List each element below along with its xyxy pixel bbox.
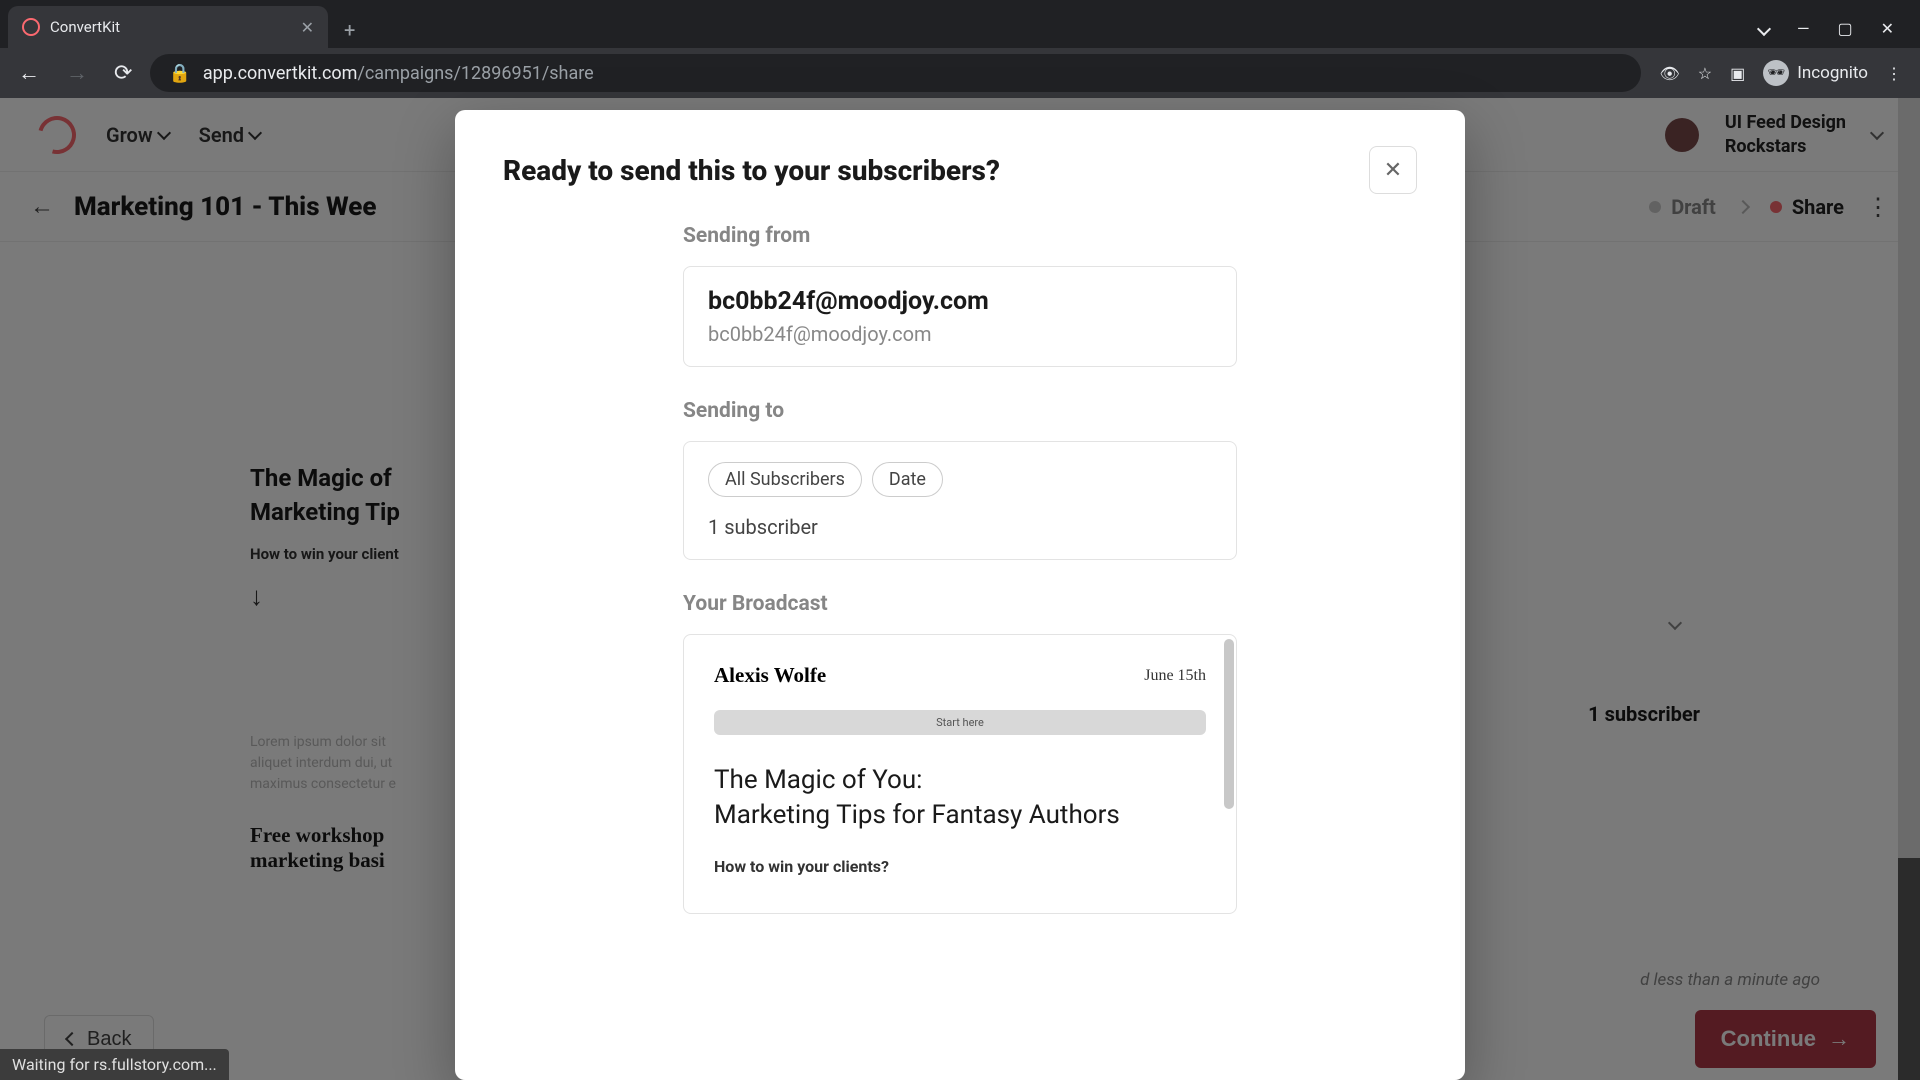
filter-tag-date[interactable]: Date — [872, 462, 943, 497]
toolbar-icons: 👁 ☆ ▣ 🕶 Incognito ⋮ — [1651, 60, 1910, 86]
browser-toolbar: ← → ⟳ 🔒 app.convertkit.com/campaigns/128… — [0, 48, 1920, 98]
modal-title: Ready to send this to your subscribers? — [503, 154, 1000, 187]
filter-tag-all[interactable]: All Subscribers — [708, 462, 862, 497]
sending-from-card[interactable]: bc0bb24f@moodjoy.com bc0bb24f@moodjoy.co… — [683, 266, 1237, 367]
app-viewport: Grow Send UI Feed Design Rockstars ← Mar… — [0, 98, 1920, 1080]
sending-from-label: Sending from — [683, 224, 1237, 248]
send-modal: Ready to send this to your subscribers? … — [455, 110, 1465, 1080]
bookmark-icon[interactable]: ☆ — [1698, 64, 1712, 83]
window-controls: — ▢ — [1759, 19, 1912, 48]
page-scrollbar[interactable] — [1898, 98, 1920, 1080]
maximize-icon[interactable]: ▢ — [1837, 19, 1852, 38]
incognito-badge[interactable]: 🕶 Incognito — [1763, 60, 1868, 86]
tab-bar: ConvertKit + — ▢ — [0, 0, 1920, 48]
back-icon[interactable]: ← — [10, 54, 48, 92]
incognito-label: Incognito — [1797, 63, 1868, 83]
close-modal-button[interactable] — [1369, 146, 1417, 194]
broadcast-date: June 15th — [1144, 667, 1206, 685]
tab-title: ConvertKit — [50, 18, 120, 36]
broadcast-sub: How to win your clients? — [714, 857, 1206, 876]
reload-icon[interactable]: ⟳ — [106, 55, 140, 92]
broadcast-title: The Magic of You: Marketing Tips for Fan… — [714, 763, 1206, 833]
close-tab-icon[interactable] — [301, 18, 314, 37]
status-bar: Waiting for rs.fullstory.com... — [0, 1049, 229, 1080]
subscriber-count: 1 subscriber — [708, 515, 1212, 539]
broadcast-preview: Alexis Wolfe June 15th Start here The Ma… — [683, 634, 1237, 914]
tabs-dropdown-icon[interactable] — [1759, 19, 1769, 38]
incognito-icon: 🕶 — [1763, 60, 1789, 86]
new-tab-button[interactable]: + — [338, 12, 361, 48]
browser-tab[interactable]: ConvertKit — [8, 6, 328, 48]
minimize-icon[interactable]: — — [1797, 19, 1810, 38]
incognito-eye-icon[interactable]: 👁 — [1659, 64, 1679, 83]
broadcast-label: Your Broadcast — [683, 592, 1237, 616]
browser-chrome: ConvertKit + — ▢ ← → ⟳ 🔒 app.convertkit.… — [0, 0, 1920, 98]
scroll-handle[interactable] — [1898, 98, 1920, 858]
side-panel-icon[interactable]: ▣ — [1730, 64, 1745, 83]
favicon — [22, 18, 40, 36]
scrollbar[interactable] — [1224, 639, 1234, 809]
from-email: bc0bb24f@moodjoy.com — [708, 322, 1212, 346]
sending-to-label: Sending to — [683, 399, 1237, 423]
url-bar[interactable]: 🔒 app.convertkit.com/campaigns/12896951/… — [150, 54, 1641, 92]
close-window-icon[interactable] — [1881, 19, 1894, 38]
broadcast-cta-pill[interactable]: Start here — [714, 710, 1206, 735]
url-domain: app.convertkit.com — [203, 63, 358, 84]
url-path: /campaigns/12896951/share — [357, 63, 593, 84]
from-name: bc0bb24f@moodjoy.com — [708, 287, 1212, 316]
lock-icon: 🔒 — [168, 63, 190, 84]
sending-to-card[interactable]: All Subscribers Date 1 subscriber — [683, 441, 1237, 560]
browser-menu-icon[interactable]: ⋮ — [1886, 64, 1902, 83]
broadcast-author: Alexis Wolfe — [714, 663, 826, 688]
forward-icon: → — [58, 54, 96, 92]
